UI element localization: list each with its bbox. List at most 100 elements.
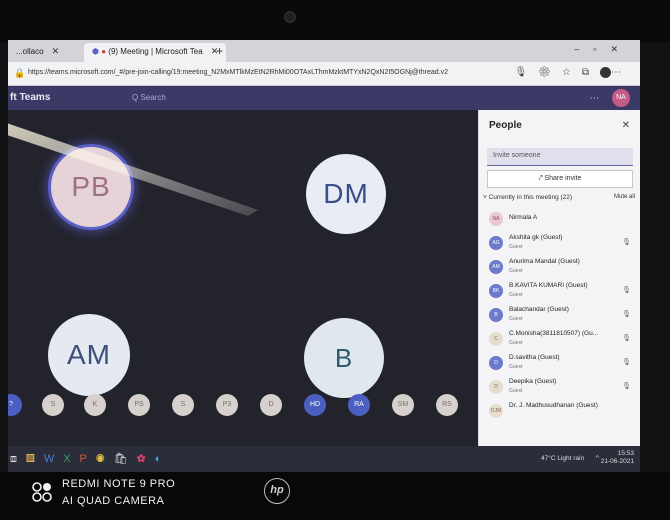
- list-item[interactable]: NA Nirmala A: [483, 208, 637, 232]
- participant-tile-am[interactable]: AM: [48, 314, 130, 396]
- search-input[interactable]: Q Search: [132, 93, 166, 102]
- avatar: BK: [489, 284, 503, 298]
- person-name: Balachandar (Guest): [509, 306, 569, 313]
- list-item[interactable]: AM Anurima Mandal (Guest) Guest: [483, 256, 637, 280]
- mini-avatar[interactable]: S: [42, 394, 64, 416]
- windows-taskbar: ⧈▤WXP◉🛍✿◐ 47°C Light rain ^ 15:53 21-06-2…: [8, 446, 640, 472]
- mic-off-icon: 🎙: [622, 359, 631, 366]
- app-name: ft Teams: [10, 92, 51, 103]
- mini-avatar[interactable]: D: [260, 394, 282, 416]
- word-icon[interactable]: W: [44, 453, 63, 465]
- list-item[interactable]: BK B.KAVITA KUMARI (Guest) Guest 🎙: [483, 280, 637, 304]
- person-name: D.savitha (Guest): [509, 354, 560, 361]
- store-icon[interactable]: 🛍: [114, 453, 137, 465]
- invite-input[interactable]: Invite someone: [487, 148, 633, 166]
- close-icon[interactable]: ✕: [52, 46, 60, 56]
- mini-avatar[interactable]: HD: [304, 394, 326, 416]
- participant-avatar-row: ? S K PS S P3 D HD RA SM RS: [8, 394, 478, 422]
- watermark-line2: AI QUAD CAMERA: [62, 495, 165, 507]
- mini-avatar[interactable]: PS: [128, 394, 150, 416]
- avatar: B: [489, 308, 503, 322]
- person-name: Deepika (Guest): [509, 378, 557, 385]
- avatar: C: [489, 332, 503, 346]
- task-view-icon[interactable]: ⧈: [10, 453, 26, 465]
- mini-avatar[interactable]: K: [84, 394, 106, 416]
- teams-header: ft Teams Q Search ⋯ NA: [8, 86, 640, 110]
- more-icon[interactable]: ⋯: [590, 93, 600, 104]
- mic-off-icon: 🎙: [622, 335, 631, 342]
- mic-icon[interactable]: 🎙: [514, 67, 538, 78]
- webcam: [284, 11, 296, 23]
- avatar: AG: [489, 236, 503, 250]
- list-item[interactable]: D D.savitha (Guest) Guest 🎙: [483, 352, 637, 376]
- collections-icon[interactable]: ⧉: [582, 67, 600, 78]
- people-panel: People ✕ Invite someone ⤤ Share invite ˅…: [478, 110, 640, 446]
- mini-avatar[interactable]: ?: [8, 394, 22, 416]
- person-role: Guest: [509, 316, 523, 322]
- section-header[interactable]: ˅ Currently in this meeting (22) Mute al…: [483, 194, 637, 201]
- tile-initials: AM: [67, 339, 111, 370]
- browser-tab-active[interactable]: ⬢ ● (9) Meeting | Microsoft Tea ✕: [84, 43, 227, 62]
- chevron-up-icon[interactable]: ^: [596, 455, 599, 462]
- panel-title: People: [489, 120, 522, 131]
- participant-tile-b[interactable]: B: [304, 318, 384, 398]
- photos-icon[interactable]: ✿: [137, 453, 155, 465]
- lock-icon: 🔒: [14, 68, 26, 78]
- new-tab-icon[interactable]: +: [216, 44, 223, 58]
- browser-tab[interactable]: ...ollaco ✕: [8, 43, 67, 62]
- avatar: D: [489, 380, 503, 394]
- tab-label: (9) Meeting | Microsoft Tea: [108, 47, 203, 56]
- hp-logo: hp: [264, 478, 290, 504]
- chevron-down-icon: ˅: [483, 194, 487, 201]
- person-role: Guest: [509, 388, 523, 394]
- edge-icon[interactable]: ◐: [155, 453, 171, 465]
- participant-tile-dm[interactable]: DM: [306, 154, 386, 234]
- close-icon[interactable]: ✕: [622, 120, 630, 131]
- browser-toolbar[interactable]: 🎙⚙☆⧉ ⋯: [514, 67, 632, 78]
- share-invite-button[interactable]: ⤤ Share invite: [487, 170, 633, 188]
- mini-avatar[interactable]: RS: [436, 394, 458, 416]
- mini-avatar[interactable]: SM: [392, 394, 414, 416]
- profile-icon[interactable]: [600, 67, 611, 78]
- list-item[interactable]: C C.Monisha(3811810507) (Gu... Guest 🎙: [483, 328, 637, 352]
- chrome-icon[interactable]: ◉: [96, 453, 114, 465]
- list-item[interactable]: D Deepika (Guest) Guest 🎙: [483, 376, 637, 400]
- mini-avatar[interactable]: P3: [216, 394, 238, 416]
- taskbar-apps[interactable]: ⧈▤WXP◉🛍✿◐: [10, 452, 170, 466]
- tile-initials: B: [334, 342, 354, 373]
- list-item[interactable]: B Balachandar (Guest) Guest 🎙: [483, 304, 637, 328]
- person-name: Akshita gk (Guest): [509, 234, 563, 241]
- avatar[interactable]: NA: [612, 89, 630, 107]
- powerpoint-icon[interactable]: P: [80, 453, 96, 465]
- weather-widget[interactable]: 47°C Light rain: [541, 455, 584, 462]
- clock[interactable]: 15:53 21-06-2021: [601, 450, 634, 466]
- person-name: Nirmala A: [509, 214, 538, 221]
- list-item[interactable]: DJM Dr. J. Madhusudhanan (Guest): [483, 400, 637, 424]
- url-text[interactable]: https://teams.microsoft.com/_#/pre-join-…: [28, 69, 448, 76]
- tile-initials: PB: [71, 171, 111, 202]
- share-icon: ⤤: [538, 175, 543, 182]
- participant-tile-pb[interactable]: PB: [48, 144, 134, 230]
- photo: ...ollaco ✕ ⬢ ● (9) Meeting | Microsoft T…: [0, 0, 670, 520]
- favorites-icon[interactable]: ☆: [562, 67, 582, 78]
- window-controls[interactable]: –▫✕: [574, 44, 632, 55]
- file-explorer-icon[interactable]: ▤: [26, 453, 44, 465]
- camera-watermark-icon: [32, 482, 52, 502]
- mute-all-button[interactable]: Mute all: [614, 194, 635, 200]
- address-bar[interactable]: 🔒 https://teams.microsoft.com/_#/pre-joi…: [8, 62, 640, 86]
- avatar: DJM: [489, 404, 503, 418]
- person-role: Guest: [509, 364, 523, 370]
- excel-icon[interactable]: X: [63, 453, 79, 465]
- mic-off-icon: 🎙: [622, 287, 631, 294]
- more-icon[interactable]: ⋯: [611, 67, 632, 78]
- mini-avatar[interactable]: RA: [348, 394, 370, 416]
- mini-avatar[interactable]: S: [172, 394, 194, 416]
- person-role: Guest: [509, 268, 523, 274]
- person-name: Dr. J. Madhusudhanan (Guest): [509, 402, 598, 409]
- list-item[interactable]: AG Akshita gk (Guest) Guest 🎙: [483, 232, 637, 256]
- person-name: B.KAVITA KUMARI (Guest): [509, 282, 588, 289]
- system-tray[interactable]: 47°C Light rain ^ 15:53 21-06-2021: [541, 450, 634, 466]
- avatar: NA: [489, 212, 503, 226]
- people-list: NA Nirmala A AG Akshita gk (Guest) Guest…: [483, 208, 637, 424]
- settings-icon[interactable]: ⚙: [538, 67, 562, 78]
